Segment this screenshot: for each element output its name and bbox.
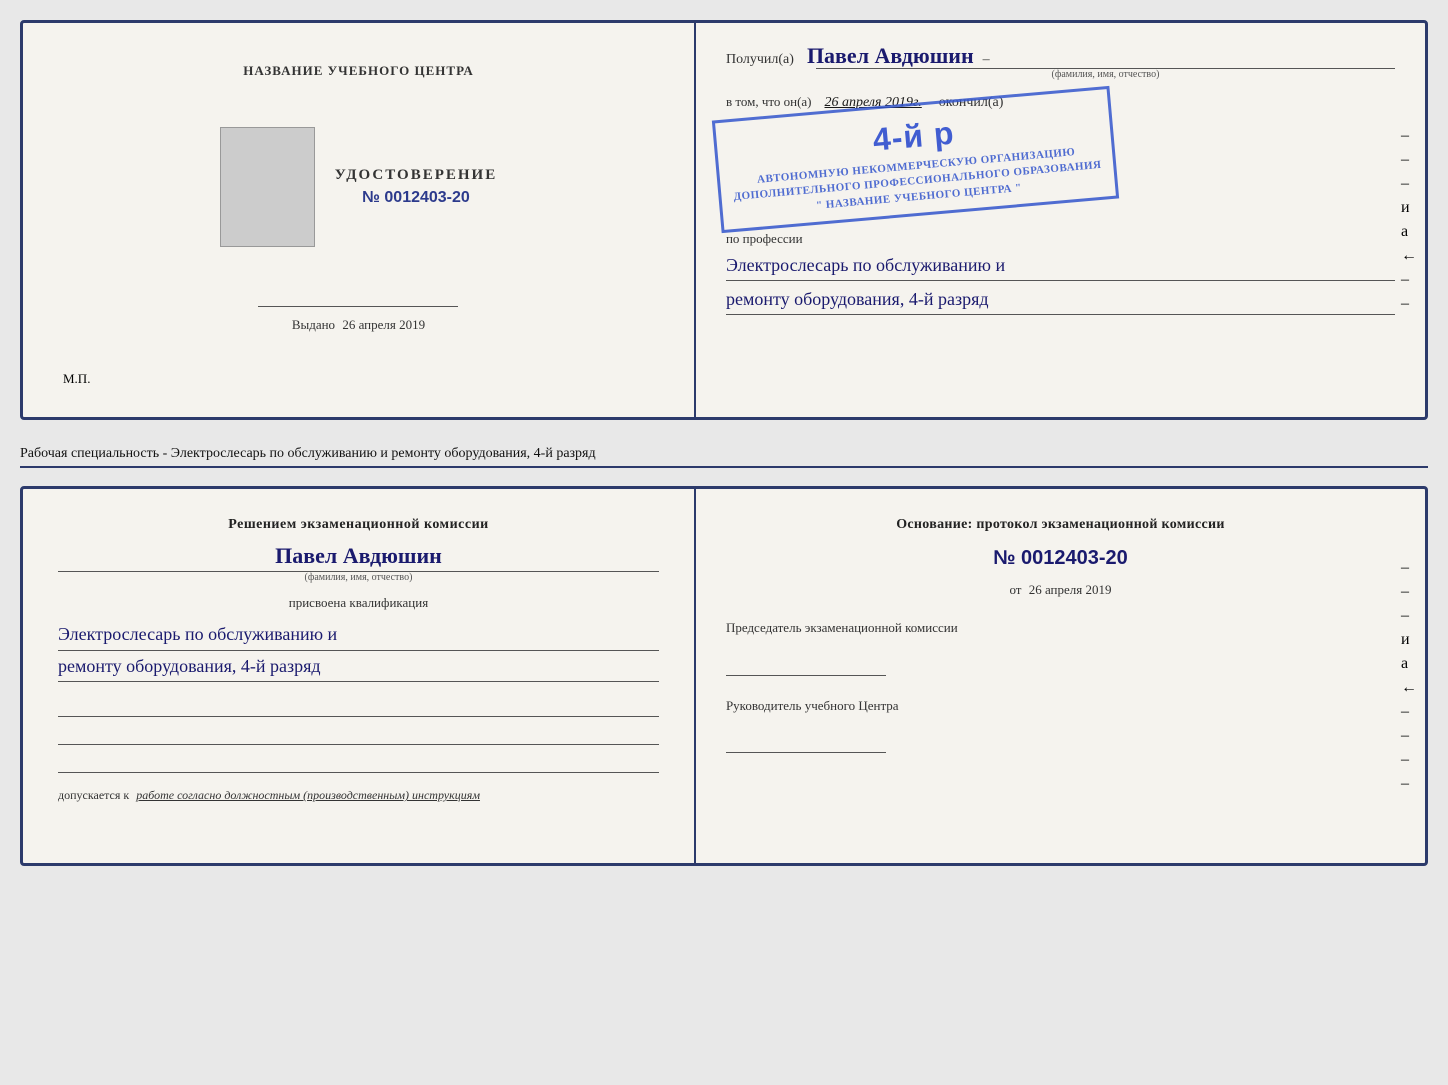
top-document: НАЗВАНИЕ УЧЕБНОГО ЦЕНТРА УДОСТОВЕРЕНИЕ №… <box>20 20 1428 420</box>
chairman-sig-line <box>726 658 886 676</box>
person-name-bottom: Павел Авдюшин <box>58 543 659 572</box>
chairman-block: Председатель экзаменационной комиссии <box>726 618 1395 676</box>
head-title: Руководитель учебного Центра <box>726 696 1395 716</box>
bottom-right-panel: Основание: протокол экзаменационной коми… <box>696 489 1425 863</box>
bottom-document: Решением экзаменационной комиссии Павел … <box>20 486 1428 866</box>
issued-line: Выдано 26 апреля 2019 <box>258 317 458 333</box>
signature-lines <box>58 697 659 773</box>
stamp-line2: АВТОНОМНУЮ НЕКОММЕРЧЕСКУЮ ОРГАНИЗАЦИЮ <box>732 143 1101 191</box>
chairman-title: Председатель экзаменационной комиссии <box>726 618 1395 638</box>
top-right-panel: Получил(а) Павел Авдюшин – (фамилия, имя… <box>696 23 1425 417</box>
head-block: Руководитель учебного Центра <box>726 696 1395 754</box>
received-label: Получил(а) <box>726 52 794 68</box>
fio-label-bottom: (фамилия, имя, отчество) <box>58 572 659 583</box>
stamp-line3: ДОПОЛНИТЕЛЬНОГО ПРОФЕССИОНАЛЬНОГО ОБРАЗО… <box>733 158 1102 206</box>
date-from-prefix: от <box>1009 582 1021 597</box>
stamp-line4: " НАЗВАНИЕ УЧЕБНОГО ЦЕНТРА " <box>734 173 1103 221</box>
recipient-name: Павел Авдюшин <box>807 43 974 69</box>
vtom-line: в том, что он(а) 26 апреля 2019г. окончи… <box>726 94 1395 111</box>
head-sig-line <box>726 735 886 753</box>
commission-title: Решением экзаменационной комиссии <box>58 514 659 535</box>
issued-label: Выдано <box>292 317 335 332</box>
допускается-text: работе согласно должностным (производств… <box>136 788 480 802</box>
center-section: УДОСТОВЕРЕНИЕ № 0012403-20 <box>220 127 498 247</box>
profession-line1: Электрослесарь по обслуживанию и <box>726 251 1395 281</box>
profession-label: по профессии <box>726 231 1395 247</box>
qualification-label: присвоена квалификация <box>58 595 659 611</box>
photo-placeholder <box>220 127 315 247</box>
sig-line-2 <box>58 725 659 745</box>
edge-marks: – – – и а ← – – <box>1401 23 1417 417</box>
person-name-large: Павел Авдюшин <box>58 543 659 569</box>
допускается-prefix: допускается к <box>58 788 129 802</box>
vtom-label: в том, что он(а) <box>726 94 812 110</box>
issued-date: 26 апреля 2019 <box>342 317 425 332</box>
mp-label: М.П. <box>63 371 90 387</box>
fio-label-top: (фамилия, имя, отчество) <box>816 69 1395 80</box>
bottom-left-panel: Решением экзаменационной комиссии Павел … <box>23 489 696 863</box>
date-handwritten: 26 апреля 2019г. <box>825 95 922 111</box>
qualification-line1: Электрослесарь по обслуживанию и <box>58 619 659 651</box>
protocol-number: № 0012403-20 <box>726 547 1395 570</box>
top-left-panel: НАЗВАНИЕ УЧЕБНОГО ЦЕНТРА УДОСТОВЕРЕНИЕ №… <box>23 23 696 417</box>
sig-line-3 <box>58 753 659 773</box>
sig-line-1 <box>58 697 659 717</box>
допускается-block: допускается к работе согласно должностны… <box>58 788 659 803</box>
qualification-line2: ремонту оборудования, 4-й разряд <box>58 651 659 683</box>
cert-title: УДОСТОВЕРЕНИЕ <box>335 167 498 184</box>
date-from-value: 26 апреля 2019 <box>1029 582 1112 597</box>
separator-text: Рабочая специальность - Электрослесарь п… <box>20 438 1428 468</box>
org-name-top: НАЗВАНИЕ УЧЕБНОГО ЦЕНТРА <box>243 63 474 79</box>
osnование-title: Основание: протокол экзаменационной коми… <box>726 514 1395 535</box>
cert-number: № 0012403-20 <box>335 189 498 207</box>
okonchil-label: окончил(а) <box>939 95 1004 111</box>
cert-title-block: УДОСТОВЕРЕНИЕ № 0012403-20 <box>335 167 498 207</box>
bottom-edge-marks: – – – и а ← – – – – <box>1401 489 1417 863</box>
profession-line2: ремонту оборудования, 4-й разряд <box>726 285 1395 315</box>
recipient-line: Получил(а) Павел Авдюшин – <box>726 43 1395 69</box>
date-from: от 26 апреля 2019 <box>726 582 1395 598</box>
